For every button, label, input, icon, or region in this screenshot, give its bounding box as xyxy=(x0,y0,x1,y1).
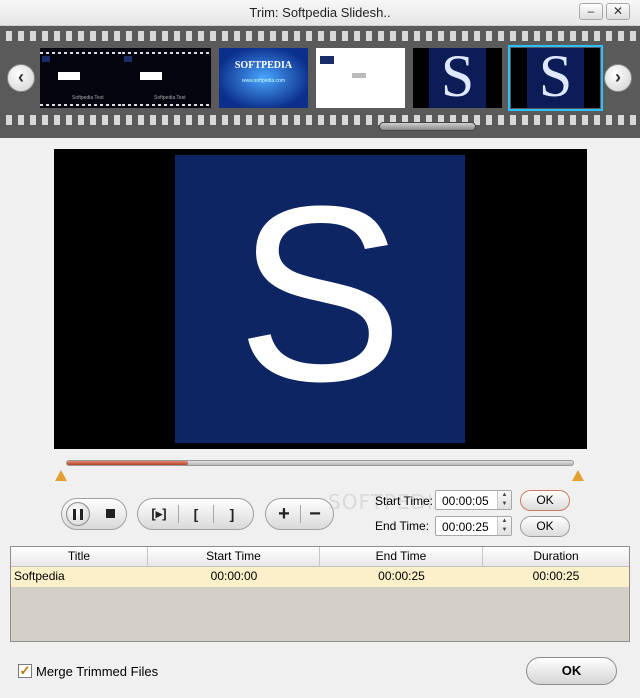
table-header: Title Start Time End Time Duration xyxy=(11,547,629,567)
mark-controls: [▸] [ ] xyxy=(137,498,254,530)
separator xyxy=(213,505,214,523)
minimize-button[interactable]: – xyxy=(579,3,603,20)
stop-icon xyxy=(105,509,115,518)
start-time-input[interactable]: 00:00:05 ▲ ▼ xyxy=(435,490,512,510)
thumbnail-caption: Softpedia Test xyxy=(154,95,186,101)
table-row[interactable]: Softpedia 00:00:00 00:00:25 00:00:25 xyxy=(11,567,629,587)
pause-button[interactable] xyxy=(66,502,90,526)
spin-down-icon[interactable]: ▼ xyxy=(498,526,511,535)
title-bar: Trim: Softpedia Slidesh.. – ✕ xyxy=(0,0,640,26)
thumbnail-caption: SOFTPEDIA xyxy=(234,60,293,71)
filmstrip-perforation-top xyxy=(0,31,640,41)
cell-start-time: 00:00:00 xyxy=(210,569,258,583)
window-title: Trim: Softpedia Slidesh.. xyxy=(249,5,391,20)
thumbnail-caption: Softpedia Test xyxy=(72,95,104,101)
start-time-label: Start Time: xyxy=(375,494,434,508)
mark-out-button[interactable]: ] xyxy=(220,502,244,526)
add-segment-button[interactable]: + xyxy=(272,502,296,526)
filmstrip-perforation-bottom xyxy=(0,115,640,125)
thumbnail[interactable]: S xyxy=(413,48,502,108)
preview-frame: S xyxy=(175,155,465,443)
pause-icon xyxy=(73,509,83,520)
thumbnail[interactable]: Softpedia Test xyxy=(40,48,129,108)
start-time-spinner[interactable]: ▲ ▼ xyxy=(497,491,511,509)
separator xyxy=(178,505,179,523)
separator xyxy=(300,505,301,523)
column-header-end-time[interactable]: End Time xyxy=(320,547,483,567)
close-button[interactable]: ✕ xyxy=(606,3,630,20)
end-time-value: 00:00:25 xyxy=(442,520,489,534)
column-header-start-time[interactable]: Start Time xyxy=(148,547,320,567)
logo-icon xyxy=(124,56,132,62)
frame-step-button[interactable]: [▸] xyxy=(144,502,174,526)
timeline-progress xyxy=(67,461,189,465)
remove-segment-button[interactable]: − xyxy=(303,502,327,526)
trim-end-marker[interactable] xyxy=(572,470,584,481)
filmstrip-next-button[interactable]: › xyxy=(604,64,632,92)
filmstrip: ‹ Softpedia Test Softpedia Test SOFTPEDI… xyxy=(0,26,640,138)
start-time-ok-button[interactable]: OK xyxy=(520,490,570,511)
end-time-input[interactable]: 00:00:25 ▲ ▼ xyxy=(435,516,512,536)
chevron-right-icon: › xyxy=(615,67,621,87)
merge-label: Merge Trimmed Files xyxy=(36,664,159,679)
spin-up-icon[interactable]: ▲ xyxy=(498,517,511,526)
thumbnail-subcaption: www.softpedia.com xyxy=(241,78,286,84)
cell-title: Softpedia xyxy=(14,569,65,583)
cell-duration: 00:00:25 xyxy=(532,569,580,583)
film-dash-decoration xyxy=(122,52,211,54)
thumbnail[interactable] xyxy=(316,48,405,108)
film-dash-decoration xyxy=(40,52,129,54)
ok-button[interactable]: OK xyxy=(526,657,617,685)
start-time-value: 00:00:05 xyxy=(442,494,489,508)
timeline-track[interactable] xyxy=(66,460,574,466)
merge-checkbox[interactable]: ✓ xyxy=(18,664,32,678)
end-time-label: End Time: xyxy=(375,519,430,533)
column-header-duration[interactable]: Duration xyxy=(483,547,629,567)
thumbnail-caption: S xyxy=(440,48,475,108)
stop-button[interactable] xyxy=(98,502,122,526)
thumbnail[interactable]: Softpedia Test xyxy=(122,48,211,108)
filmstrip-prev-button[interactable]: ‹ xyxy=(7,64,35,92)
segment-controls: + − xyxy=(265,498,334,530)
logo-icon xyxy=(352,73,366,78)
checkmark-icon: ✓ xyxy=(19,663,31,678)
playback-controls xyxy=(61,498,127,530)
mark-in-button[interactable]: [ xyxy=(184,502,208,526)
thumbnail[interactable]: SOFTPEDIA www.softpedia.com xyxy=(219,48,308,108)
video-preview: S xyxy=(54,149,587,449)
film-dash-decoration xyxy=(122,104,211,106)
logo-icon xyxy=(320,56,334,64)
spin-down-icon[interactable]: ▼ xyxy=(498,500,511,509)
logo-icon xyxy=(42,56,50,62)
spin-up-icon[interactable]: ▲ xyxy=(498,491,511,500)
logo-icon xyxy=(58,72,80,80)
segments-table: Title Start Time End Time Duration Softp… xyxy=(10,546,630,642)
logo-icon xyxy=(140,72,162,80)
end-time-spinner[interactable]: ▲ ▼ xyxy=(497,517,511,535)
film-dash-decoration xyxy=(40,104,129,106)
filmstrip-scrollbar[interactable] xyxy=(379,122,476,131)
column-header-title[interactable]: Title xyxy=(11,547,148,567)
cell-end-time: 00:00:25 xyxy=(378,569,425,583)
thumbnail-caption: S xyxy=(538,48,573,108)
thumbnail-selected[interactable]: S xyxy=(508,45,603,111)
chevron-left-icon: ‹ xyxy=(18,67,24,87)
trim-start-marker[interactable] xyxy=(55,470,67,481)
preview-glyph: S xyxy=(236,154,404,433)
end-time-ok-button[interactable]: OK xyxy=(520,516,570,537)
